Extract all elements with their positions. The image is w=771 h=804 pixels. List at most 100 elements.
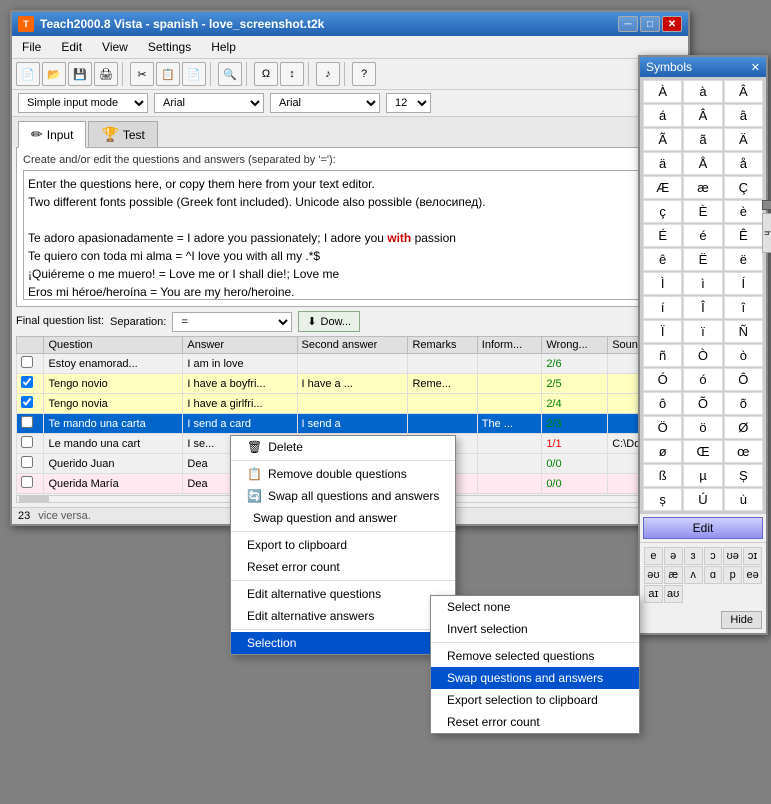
symbol-cell[interactable]: ï (683, 320, 722, 343)
symbol-cell[interactable]: Î (683, 296, 722, 319)
symbols-button[interactable]: Ω (254, 62, 278, 86)
table-row[interactable]: Tengo novia I have a girlfri... 2/4 (17, 394, 684, 414)
row-checkbox-cell[interactable] (17, 394, 44, 414)
symbol-cell[interactable]: ã (683, 128, 722, 151)
symbol-cell[interactable]: Ã (643, 128, 682, 151)
symbol-cell[interactable]: Ș (724, 464, 763, 487)
phonetic-cell[interactable]: ɑ (704, 566, 723, 584)
symbols-close-button[interactable]: ✕ (751, 61, 760, 74)
font2-select[interactable]: Arial (270, 93, 380, 113)
phonetic-cell[interactable]: ɔɪ (743, 547, 762, 565)
symbol-cell[interactable]: ö (683, 416, 722, 439)
cut-button[interactable]: ✂ (130, 62, 154, 86)
symbol-cell[interactable]: Õ (683, 392, 722, 415)
menu-settings[interactable]: Settings (144, 38, 195, 56)
phonetic-cell[interactable]: e (644, 547, 663, 565)
audio-button[interactable]: ♪ (316, 62, 340, 86)
symbol-cell[interactable]: Ä (724, 128, 763, 151)
symbol-cell[interactable]: Ö (643, 416, 682, 439)
symbol-cell[interactable]: ø (643, 440, 682, 463)
copy-button[interactable]: 📋 (156, 62, 180, 86)
symbol-cell[interactable]: Ú (683, 488, 722, 511)
menu-file[interactable]: File (18, 38, 45, 56)
save-button[interactable]: 💾 (68, 62, 92, 86)
symbol-cell[interactable]: õ (724, 392, 763, 415)
symbol-cell[interactable]: é (683, 224, 722, 247)
phonetic-cell[interactable]: əʊ (644, 566, 663, 584)
symbol-cell[interactable]: È (683, 200, 722, 223)
sub-remove-selected[interactable]: Remove selected questions (431, 645, 639, 667)
symbol-cell[interactable]: ä (643, 152, 682, 175)
symbol-cell[interactable]: î (724, 296, 763, 319)
symbol-cell[interactable]: Â (683, 104, 722, 127)
symbol-cell[interactable]: Í (724, 272, 763, 295)
row-checkbox-cell[interactable] (17, 434, 44, 454)
sub-export-selection[interactable]: Export selection to clipboard (431, 689, 639, 711)
phonetic-cell[interactable]: ʊə (723, 547, 742, 565)
symbol-cell[interactable]: Ø (724, 416, 763, 439)
symbol-cell[interactable]: ș (643, 488, 682, 511)
ctx-delete[interactable]: 🗑 Delete (231, 436, 455, 458)
help-button[interactable]: ? (352, 62, 376, 86)
menu-edit[interactable]: Edit (57, 38, 86, 56)
ctx-export-clipboard[interactable]: Export to clipboard (231, 534, 455, 556)
symbol-cell[interactable]: Ô (724, 368, 763, 391)
open-button[interactable]: 📂 (42, 62, 66, 86)
phonetic-cell[interactable]: ə (664, 547, 683, 565)
menu-view[interactable]: View (98, 38, 132, 56)
symbol-cell[interactable]: å (724, 152, 763, 175)
table-row[interactable]: Te mando una carta I send a card I send … (17, 414, 684, 434)
symbol-cell[interactable]: í (643, 296, 682, 319)
symbol-cell[interactable]: À (643, 80, 682, 103)
maximize-button[interactable]: □ (640, 16, 660, 32)
download-button[interactable]: ⬇ Dow... (298, 311, 360, 332)
symbol-cell[interactable]: á (643, 104, 682, 127)
table-row[interactable]: Tengo novio I have a boyfri... I have a … (17, 374, 684, 394)
symbol-cell[interactable]: ó (683, 368, 722, 391)
tab-input[interactable]: ✏ Input (18, 121, 86, 148)
symbol-cell[interactable]: Ì (643, 272, 682, 295)
sub-select-none[interactable]: Select none (431, 596, 639, 618)
text-editor[interactable]: Enter the questions here, or copy them h… (23, 170, 677, 300)
font1-select[interactable]: Arial (154, 93, 264, 113)
table-row[interactable]: Estoy enamorad... I am in love 2/6 (17, 354, 684, 374)
sub-invert-selection[interactable]: Invert selection (431, 618, 639, 640)
symbol-cell[interactable]: Ò (683, 344, 722, 367)
symbol-cell[interactable]: è (724, 200, 763, 223)
phonetic-cell[interactable]: æ (664, 566, 683, 584)
ctx-swap-one[interactable]: Swap question and answer (231, 507, 455, 529)
edit-button[interactable]: Edit (643, 517, 763, 539)
symbol-cell[interactable]: ë (724, 248, 763, 271)
tab-test[interactable]: 🏆 Test (88, 121, 157, 147)
symbol-cell[interactable]: à (683, 80, 722, 103)
phonetic-cell[interactable]: p (723, 566, 742, 584)
ctx-remove-double[interactable]: 📋 Remove double questions (231, 463, 455, 485)
find-button[interactable]: 🔍 (218, 62, 242, 86)
row-checkbox-cell[interactable] (17, 474, 44, 494)
phonetic-cell[interactable]: eə (743, 566, 762, 584)
row-checkbox-cell[interactable] (17, 454, 44, 474)
scrollbar-thumb[interactable] (19, 496, 49, 502)
ctx-swap-all[interactable]: 🔄 Swap all questions and answers (231, 485, 455, 507)
mode-select[interactable]: Simple input mode (18, 93, 148, 113)
sub-swap-q-a[interactable]: Swap questions and answers (431, 667, 639, 689)
symbol-cell[interactable]: ì (683, 272, 722, 295)
symbol-cell[interactable]: ç (643, 200, 682, 223)
symbol-cell[interactable]: ô (643, 392, 682, 415)
phonetic-cell[interactable]: aʊ (664, 585, 683, 603)
sub-reset-error[interactable]: Reset error count (431, 711, 639, 733)
symbol-cell[interactable]: æ (683, 176, 722, 199)
symbol-cell[interactable]: Œ (683, 440, 722, 463)
symbol-cell[interactable]: œ (724, 440, 763, 463)
phonetic-cell[interactable]: ɜ (684, 547, 703, 565)
new-button[interactable]: 📄 (16, 62, 40, 86)
symbol-cell[interactable]: â (724, 104, 763, 127)
menu-help[interactable]: Help (207, 38, 240, 56)
symbol-cell[interactable]: Ë (683, 248, 722, 271)
symbol-cell[interactable]: É (643, 224, 682, 247)
ctx-selection[interactable]: Selection ▶ (231, 632, 455, 654)
print-button[interactable]: 🖨 (94, 62, 118, 86)
close-button[interactable]: ✕ (662, 16, 682, 32)
symbol-cell[interactable]: Ç (724, 176, 763, 199)
ctx-edit-alt-a[interactable]: Edit alternative answers (231, 605, 455, 627)
